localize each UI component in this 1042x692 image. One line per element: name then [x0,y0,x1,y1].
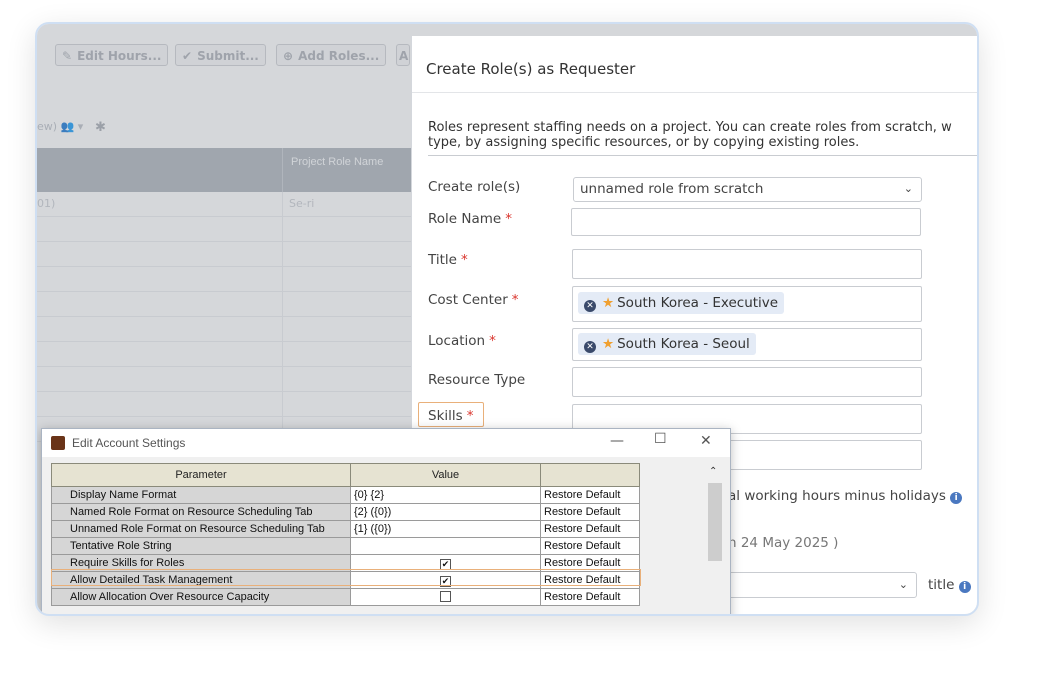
require-skills-checkbox[interactable]: ✔ [440,558,451,570]
value-cell [350,588,541,606]
restore-default-button[interactable]: Restore Default [540,537,640,555]
minimize-icon[interactable]: — [610,433,624,449]
dialog-description: Roles represent staffing needs on a proj… [428,120,952,150]
restore-default-button[interactable]: Restore Default [540,588,640,606]
close-icon[interactable]: ✕ [700,433,712,449]
column-header-value[interactable]: Value [350,463,541,487]
location-input[interactable]: ✕ ★ South Korea - Seoul [572,328,922,361]
column-header-action [540,463,640,487]
divider [412,92,977,93]
role-name-label: Role Name * [428,211,512,227]
screenshot-frame: ✎ Edit Hours... ✔ Submit... ⊕ Add Roles... … [35,22,979,616]
create-roles-select[interactable]: unnamed role from scratch ⌄ [573,177,922,202]
value-cell[interactable] [350,537,541,555]
table-row[interactable]: Named Role Format on Resource Scheduling… [51,503,640,521]
restore-default-button[interactable]: Restore Default [540,554,640,572]
table-row[interactable]: Allow Detailed Task Management ✔ Restore… [51,571,640,589]
restore-default-button[interactable]: Restore Default [540,520,640,538]
resource-type-input[interactable] [572,367,922,397]
info-icon[interactable]: i [958,581,971,593]
column-header-parameter[interactable]: Parameter [51,463,351,487]
location-label: Location * [428,333,496,349]
title-input[interactable] [572,249,922,279]
settings-table: Parameter Value Display Name Format {0} … [51,463,640,606]
create-roles-label: Create role(s) [428,179,521,195]
divider [428,155,977,156]
dialog-title: Create Role(s) as Requester [426,60,636,78]
location-chip[interactable]: ✕ ★ South Korea - Seoul [578,333,756,355]
partial-select[interactable]: ⌄ [727,572,917,598]
detailed-task-management-checkbox[interactable]: ✔ [440,575,451,587]
window-title: Edit Account Settings [72,436,186,450]
restore-default-button[interactable]: Restore Default [540,503,640,521]
date-text: h 24 May 2025 ) [728,535,839,551]
cost-center-chip[interactable]: ✕ ★ South Korea - Executive [578,292,785,314]
allow-over-capacity-checkbox[interactable] [440,590,451,602]
title-suffix: title i [928,577,971,593]
window-titlebar[interactable]: Edit Account Settings — ☐ ✕ [42,429,730,457]
value-cell: ✔ [350,554,541,572]
table-row[interactable]: Tentative Role String Restore Default [51,537,640,555]
restore-default-button[interactable]: Restore Default [540,571,640,589]
cost-center-label: Cost Center * [428,292,519,308]
title-label: Title * [428,252,468,268]
value-cell[interactable]: {2} ({0}) [350,503,541,521]
chevron-down-icon: ⌄ [903,182,913,195]
resource-type-label: Resource Type [428,372,526,388]
table-row[interactable]: Require Skills for Roles ✔ Restore Defau… [51,554,640,572]
table-row[interactable]: Allow Allocation Over Resource Capacity … [51,588,640,606]
value-cell[interactable]: {0} {2} [350,486,541,504]
scrollbar-thumb[interactable] [708,483,722,561]
restore-default-button[interactable]: Restore Default [540,486,640,504]
vertical-scrollbar[interactable]: ⌃ [706,463,723,614]
cost-center-input[interactable]: ✕ ★ South Korea - Executive [572,286,922,322]
edit-account-settings-window: Edit Account Settings — ☐ ✕ Parameter Va… [41,428,731,614]
remove-icon[interactable]: ✕ [584,341,596,353]
info-icon[interactable]: i [950,492,963,504]
table-row[interactable]: Unnamed Role Format on Resource Scheduli… [51,520,640,538]
chevron-down-icon: ⌄ [898,578,908,591]
maximize-icon[interactable]: ☐ [654,431,667,447]
skills-label: Skills * [428,408,474,424]
app-icon [51,436,65,450]
hours-text: al working hours minus holidays i [728,488,963,504]
star-icon: ★ [602,336,615,352]
star-icon: ★ [602,295,615,311]
value-cell[interactable]: {1} ({0}) [350,520,541,538]
table-row[interactable]: Display Name Format {0} {2} Restore Defa… [51,486,640,504]
role-name-input[interactable] [571,208,921,236]
remove-icon[interactable]: ✕ [584,300,596,312]
chevron-up-icon[interactable]: ⌃ [709,466,717,477]
value-cell: ✔ [350,571,541,589]
